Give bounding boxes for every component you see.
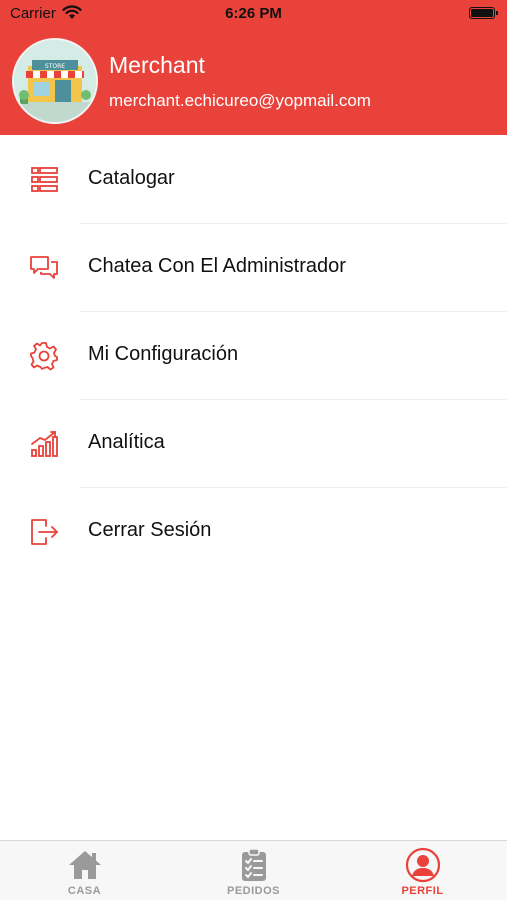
menu-item-label: Analítica (88, 431, 165, 453)
tab-bar: CASA PEDIDOS PERFIL (0, 840, 507, 900)
tab-label: CASA (67, 885, 102, 897)
gear-icon (30, 342, 58, 371)
store-sign: STORE (45, 63, 65, 70)
menu-item-catalogar[interactable]: Catalogar (0, 136, 507, 224)
tab-label: PEDIDOS (226, 885, 280, 897)
chat-icon (30, 256, 58, 279)
menu-item-settings[interactable]: Mi Configuración (0, 312, 507, 400)
list-icon (31, 167, 58, 192)
tab-label: PERFIL (401, 885, 444, 897)
logout-icon (31, 519, 58, 545)
menu-item-label: Cerrar Sesión (88, 519, 212, 541)
menu-item-label: Catalogar (88, 167, 175, 189)
menu-item-label: Mi Configuración (88, 343, 239, 365)
profile-name: Merchant (109, 52, 205, 78)
tab-pedidos[interactable]: PEDIDOS (169, 841, 338, 900)
menu-item-chat-admin[interactable]: Chatea Con El Administrador (0, 224, 507, 312)
menu-item-label: Chatea Con El Administrador (88, 255, 346, 277)
store-illustration: STORE (14, 40, 96, 122)
home-icon (69, 851, 101, 879)
status-bar: Carrier 6:26 PM (0, 0, 507, 30)
tab-casa[interactable]: CASA (0, 841, 169, 900)
battery-icon (469, 7, 498, 19)
clock: 6:26 PM (225, 5, 282, 22)
menu-item-analytics[interactable]: Analítica (0, 400, 507, 488)
menu-item-logout[interactable]: Cerrar Sesión (0, 488, 507, 576)
avatar[interactable]: STORE (12, 38, 98, 124)
profile-icon (405, 847, 441, 883)
tab-perfil[interactable]: PERFIL (338, 841, 507, 900)
analytics-icon (31, 431, 58, 457)
profile-email: merchant.echicureo@yopmail.com (109, 91, 371, 110)
clipboard-icon (242, 848, 266, 881)
profile-menu: Catalogar Chatea Con El Administrador Mi… (0, 136, 507, 576)
profile-header: Carrier 6:26 PM STORE Merchant merchant.… (0, 0, 507, 135)
